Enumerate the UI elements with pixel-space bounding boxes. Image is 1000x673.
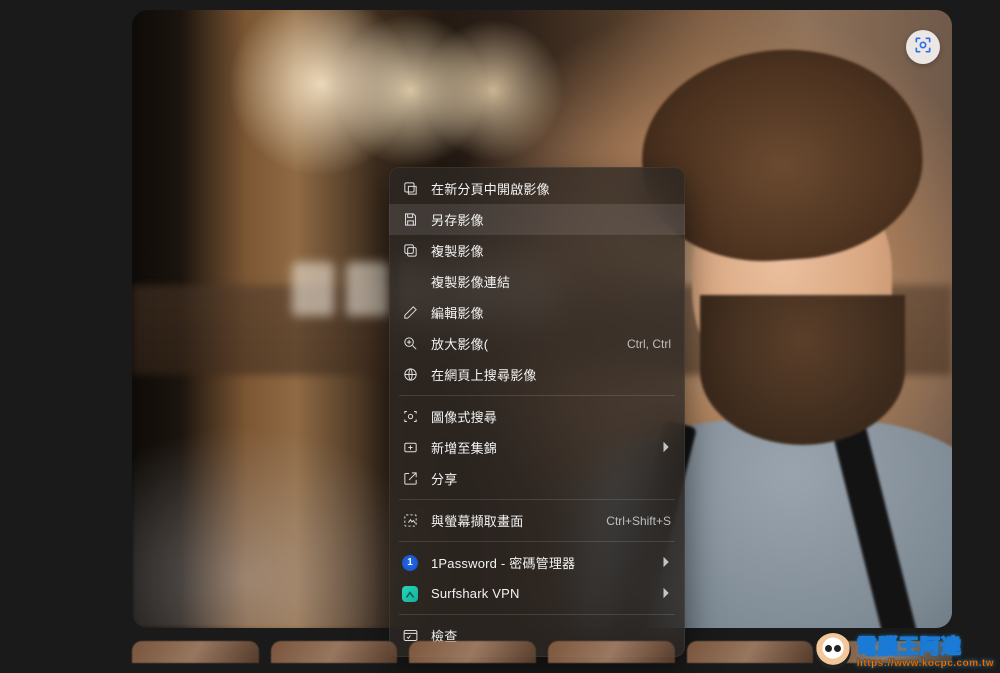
open-in-new-icon	[401, 180, 419, 198]
menu-item-search-web[interactable]: 在網頁上搜尋影像	[389, 359, 685, 390]
menu-item-label: 複製影像	[431, 241, 671, 260]
menu-item-ext-surfshark[interactable]: Surfshark VPN	[389, 578, 685, 609]
site-watermark: 電腦王阿達 https://www.kocpc.com.tw	[815, 633, 994, 669]
chevron-right-icon	[661, 555, 671, 570]
menu-item-label: 編輯影像	[431, 303, 671, 322]
menu-separator	[399, 395, 675, 396]
menu-item-label: 在網頁上搜尋影像	[431, 365, 671, 384]
menu-item-label: 1Password - 密碼管理器	[431, 553, 649, 572]
menu-item-save-image[interactable]: 另存影像	[389, 204, 685, 235]
collections-icon	[401, 439, 419, 457]
brand-1password-icon: 1	[401, 554, 419, 572]
menu-item-copy-link[interactable]: 複製影像連結	[389, 266, 685, 297]
menu-item-open-new-tab[interactable]: 在新分頁中開啟影像	[389, 173, 685, 204]
thumbnail[interactable]	[409, 641, 536, 663]
menu-separator	[399, 541, 675, 542]
menu-item-label: 新增至集錦	[431, 438, 649, 457]
thumbnail[interactable]	[548, 641, 675, 663]
chevron-right-icon	[661, 586, 671, 601]
image-context-menu: 在新分頁中開啟影像另存影像複製影像複製影像連結編輯影像放大影像( Ctrl, Ct…	[389, 167, 685, 657]
menu-separator	[399, 614, 675, 615]
copy-image-icon	[401, 242, 419, 260]
scan-icon	[401, 408, 419, 426]
brand-surfshark-icon	[401, 585, 419, 603]
watermark-url: https://www.kocpc.com.tw	[857, 659, 994, 669]
watermark-title: 電腦王阿達	[857, 637, 962, 657]
visual-search-button[interactable]	[906, 30, 940, 64]
thumbnail[interactable]	[132, 641, 259, 663]
menu-item-zoom-image[interactable]: 放大影像( Ctrl, Ctrl	[389, 328, 685, 359]
menu-item-label: 與螢幕擷取畫面	[431, 511, 586, 530]
menu-item-share[interactable]: 分享	[389, 463, 685, 494]
visual-search-icon	[913, 35, 933, 60]
thumbnail[interactable]	[687, 641, 814, 663]
menu-item-accelerator: Ctrl+Shift+S	[606, 514, 671, 528]
menu-item-visual-search[interactable]: 圖像式搜尋	[389, 401, 685, 432]
watermark-logo-icon	[815, 633, 851, 669]
chevron-right-icon	[661, 440, 671, 455]
menu-separator	[399, 499, 675, 500]
zoom-icon	[401, 335, 419, 353]
menu-item-label: 圖像式搜尋	[431, 407, 671, 426]
menu-item-copy-image[interactable]: 複製影像	[389, 235, 685, 266]
edit-icon	[401, 304, 419, 322]
menu-item-label: 在新分頁中開啟影像	[431, 179, 671, 198]
menu-item-add-collection[interactable]: 新增至集錦	[389, 432, 685, 463]
menu-item-label: 另存影像	[431, 210, 671, 229]
blank-icon	[401, 273, 419, 291]
menu-item-label: Surfshark VPN	[431, 586, 649, 601]
menu-item-accelerator: Ctrl, Ctrl	[627, 337, 671, 351]
thumbnail[interactable]	[271, 641, 398, 663]
menu-item-label: 放大影像(	[431, 334, 607, 353]
menu-item-edit-image[interactable]: 編輯影像	[389, 297, 685, 328]
menu-item-ext-1password[interactable]: 1 1Password - 密碼管理器	[389, 547, 685, 578]
menu-item-label: 分享	[431, 469, 671, 488]
menu-item-label: 複製影像連結	[431, 272, 671, 291]
search-web-icon	[401, 366, 419, 384]
snip-icon	[401, 512, 419, 530]
save-icon	[401, 211, 419, 229]
share-icon	[401, 470, 419, 488]
menu-item-screenshot[interactable]: 與螢幕擷取畫面 Ctrl+Shift+S	[389, 505, 685, 536]
